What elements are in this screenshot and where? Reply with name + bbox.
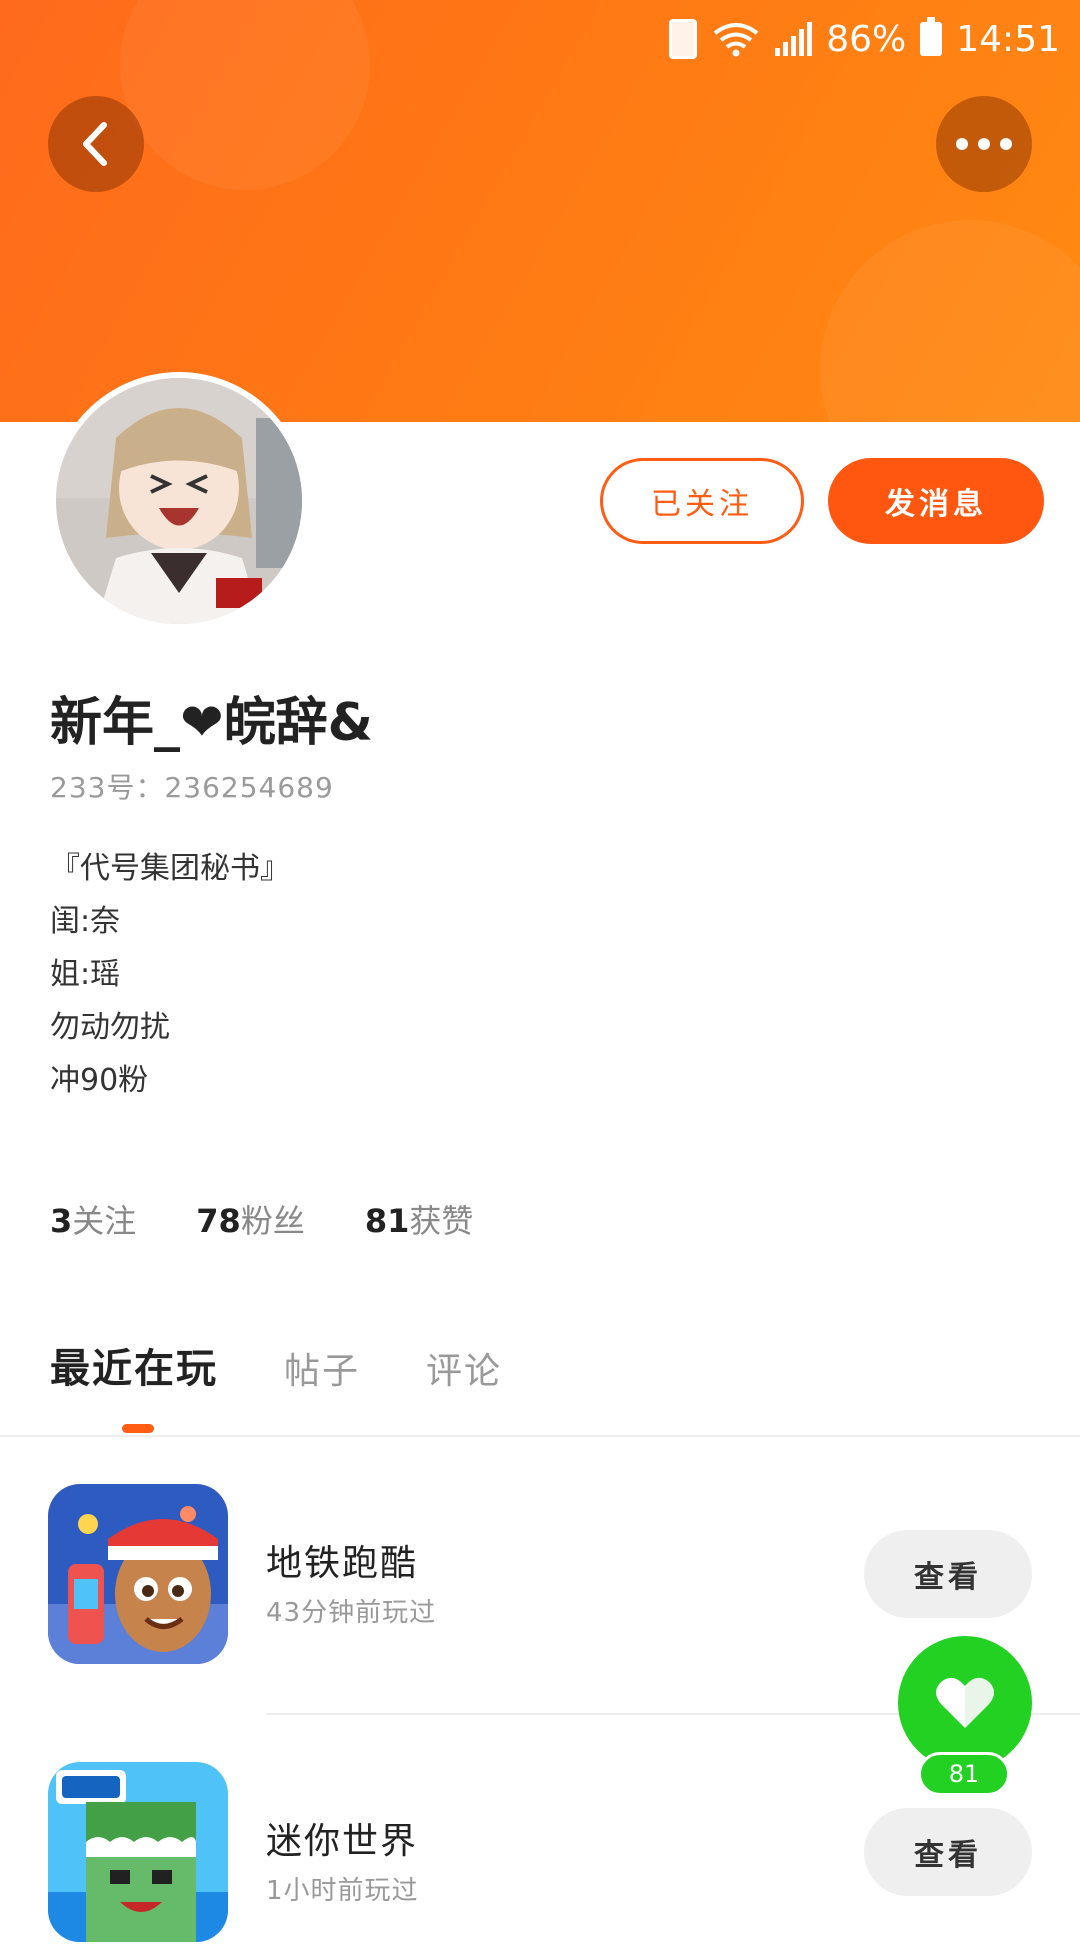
- clock: 14:51: [956, 18, 1060, 60]
- bio: 『代号集团秘书』 闺:奈 姐:瑶 勿动勿扰 冲90粉: [50, 842, 290, 1107]
- bio-line: 闺:奈: [50, 904, 121, 939]
- status-bar: 86% 14:51: [669, 14, 1060, 64]
- battery-percent: 86%: [826, 18, 907, 60]
- chevron-left-icon: [83, 122, 107, 166]
- mini-world-icon: [48, 1762, 228, 1942]
- tab-active-indicator: [122, 1424, 154, 1433]
- list-item[interactable]: 迷你世界 1小时前玩过 查看: [0, 1762, 1080, 1952]
- wifi-icon: [714, 23, 759, 57]
- game-name: 地铁跑酷: [266, 1543, 419, 1584]
- bio-line: 『代号集团秘书』: [50, 851, 290, 886]
- username: 新年_❤皖辞&: [50, 693, 373, 753]
- stat-fans[interactable]: 78粉丝: [196, 1196, 305, 1242]
- stat-following[interactable]: 3关注: [50, 1196, 136, 1242]
- more-options-button[interactable]: [936, 96, 1032, 192]
- bio-line: 姐:瑶: [50, 957, 121, 992]
- header-decoration: [820, 220, 1080, 422]
- bio-line: 冲90粉: [50, 1063, 149, 1098]
- game-name: 迷你世界: [266, 1821, 419, 1862]
- following-button[interactable]: 已关注: [600, 458, 804, 544]
- send-message-button[interactable]: 发消息: [828, 458, 1044, 544]
- list-item[interactable]: 地铁跑酷 43分钟前玩过 查看: [0, 1484, 1080, 1674]
- view-button[interactable]: 查看: [864, 1530, 1032, 1618]
- tab-posts[interactable]: 帖子: [284, 1342, 360, 1394]
- avatar[interactable]: [50, 372, 308, 630]
- last-played-time: 1小时前玩过: [266, 1876, 419, 1906]
- view-button[interactable]: 查看: [864, 1808, 1032, 1896]
- tab-recently-played[interactable]: 最近在玩: [50, 1336, 218, 1394]
- stat-likes: 81获赞: [364, 1202, 474, 1240]
- heart-icon: [936, 1677, 994, 1728]
- like-count-badge: 81: [918, 1752, 1010, 1796]
- like-button[interactable]: [898, 1636, 1032, 1770]
- cellular-signal-icon: [775, 22, 813, 56]
- more-dots-icon: [956, 138, 1012, 150]
- avatar-image: [56, 378, 302, 624]
- profile-stats: 3关注 78粉丝 81获赞: [50, 1196, 473, 1242]
- profile-tabs: 最近在玩 帖子 评论: [50, 1336, 502, 1394]
- back-button[interactable]: [48, 96, 144, 192]
- tab-comments[interactable]: 评论: [426, 1342, 502, 1394]
- bio-line: 勿动勿扰: [50, 1010, 170, 1045]
- divider: [0, 1435, 1080, 1437]
- battery-icon: [920, 17, 943, 56]
- last-played-time: 43分钟前玩过: [266, 1598, 437, 1628]
- battery-saver-icon: [669, 19, 698, 59]
- subway-surfers-icon: [48, 1484, 228, 1664]
- user-id: 233号：236254689: [50, 771, 334, 804]
- header-decoration: [120, 0, 370, 190]
